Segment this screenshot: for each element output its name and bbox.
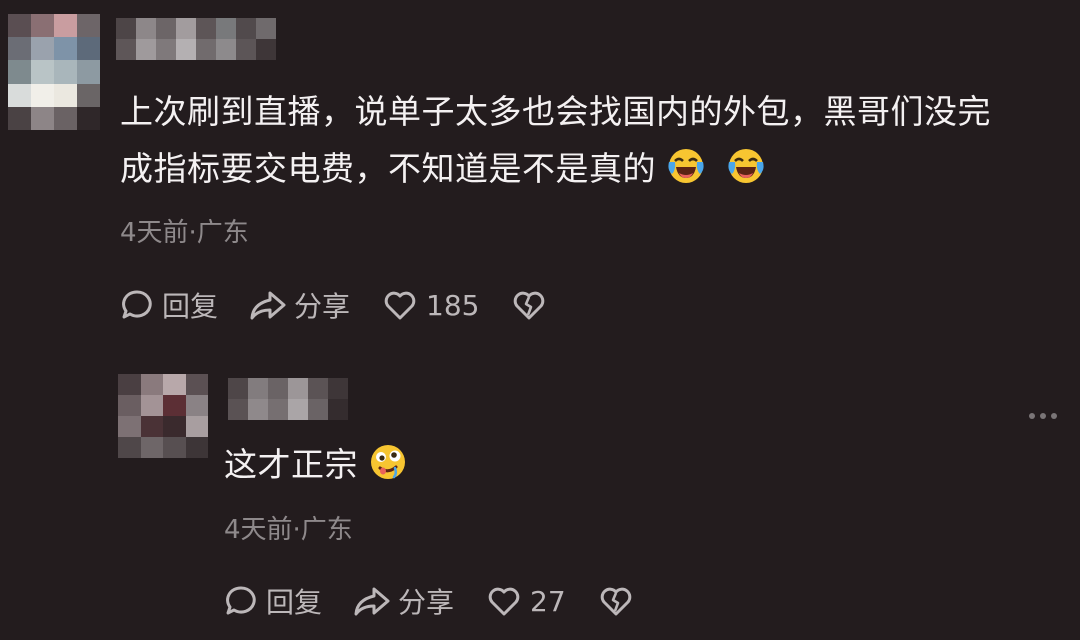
- heart-icon: [486, 584, 522, 618]
- reply-bubble-icon: [224, 584, 258, 618]
- comment-meta: 4天前·广东: [120, 218, 249, 248]
- reply-label: 回复: [266, 586, 323, 619]
- comment-actions: 回复 分享 185: [120, 282, 547, 328]
- username[interactable]: [116, 18, 276, 60]
- dislike-button[interactable]: [511, 288, 547, 322]
- comment-text-line-2: 成指标要交电费，不知道是不是真的: [120, 140, 1070, 197]
- share-arrow-icon: [352, 584, 392, 618]
- share-button[interactable]: 分享: [352, 581, 454, 621]
- share-label: 分享: [294, 290, 351, 323]
- more-dots-icon: [1028, 411, 1058, 421]
- reply-bubble-icon: [120, 288, 154, 322]
- share-label: 分享: [398, 586, 455, 619]
- comment-text-content: 这才正宗: [224, 445, 358, 484]
- comment-text: 上次刷到直播，说单子太多也会找国内的外包，黑哥们没完 成指标要交电费，不知道是不…: [120, 83, 1070, 197]
- heart-icon: [382, 288, 418, 322]
- comment-actions: 回复 分享 27: [224, 578, 634, 624]
- like-count: 27: [530, 584, 566, 618]
- drooling-emoji: [371, 445, 405, 479]
- comment-meta: 4天前·广东: [224, 515, 353, 545]
- comment-text: 这才正宗: [224, 436, 408, 493]
- broken-heart-icon: [598, 584, 634, 618]
- like-button[interactable]: 185: [382, 288, 479, 322]
- share-arrow-icon: [248, 288, 288, 322]
- reply-button[interactable]: 回复: [224, 581, 322, 621]
- laughing-crying-emoji: [728, 149, 764, 183]
- reply-button[interactable]: 回复: [120, 285, 218, 325]
- laughing-crying-emoji: [668, 149, 704, 183]
- username[interactable]: [228, 378, 348, 420]
- broken-heart-icon: [511, 288, 547, 322]
- share-button[interactable]: 分享: [248, 285, 350, 325]
- comment-text-line-2-content: 成指标要交电费，不知道是不是真的: [120, 149, 656, 188]
- avatar[interactable]: [8, 14, 100, 130]
- dislike-button[interactable]: [598, 584, 634, 618]
- reply-label: 回复: [162, 290, 219, 323]
- like-button[interactable]: 27: [486, 584, 566, 618]
- avatar[interactable]: [118, 374, 208, 458]
- like-count: 185: [426, 288, 480, 322]
- comment-text-line-1: 上次刷到直播，说单子太多也会找国内的外包，黑哥们没完: [120, 92, 991, 131]
- more-button[interactable]: [1028, 406, 1058, 425]
